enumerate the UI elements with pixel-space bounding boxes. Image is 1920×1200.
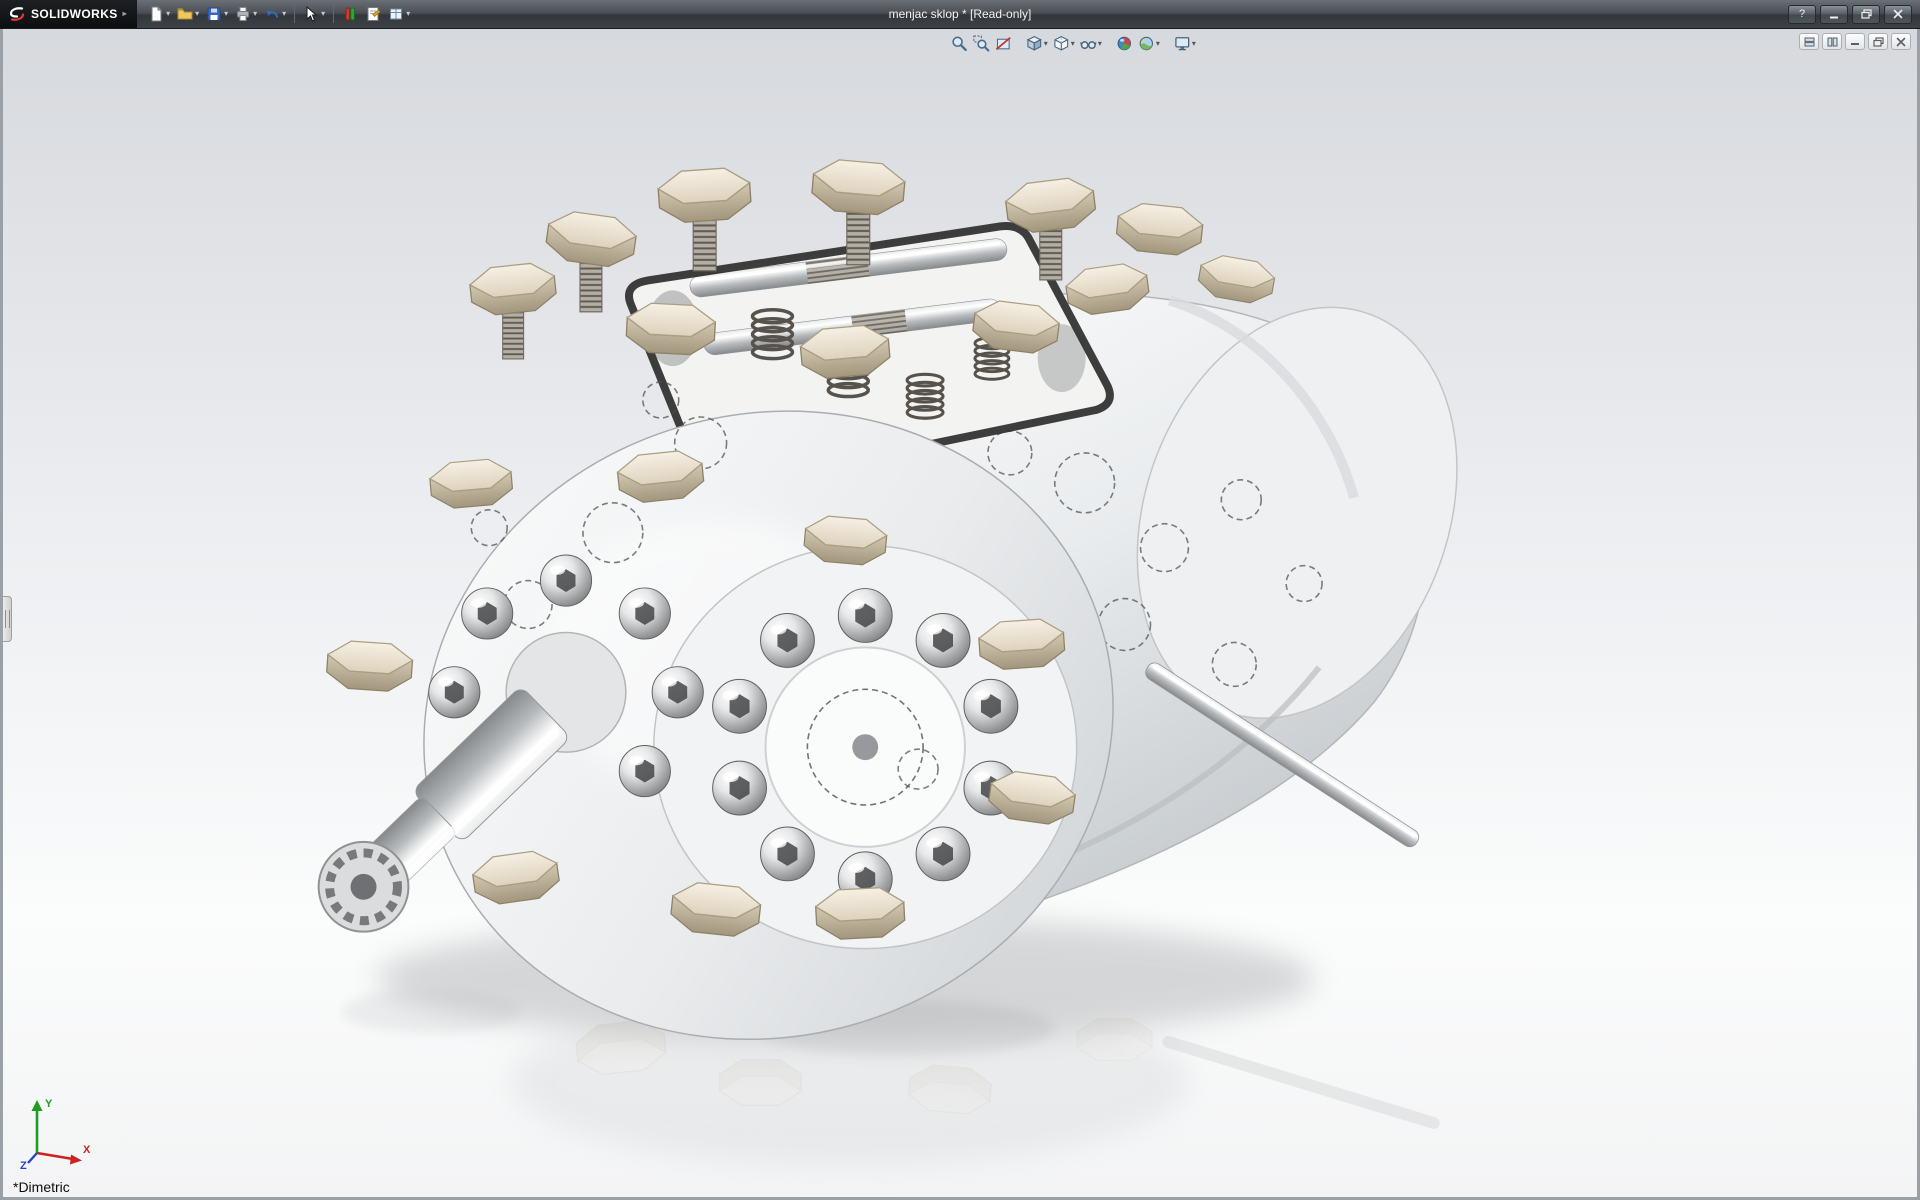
options-button[interactable]: ▾ — [385, 4, 413, 24]
printer-icon — [235, 6, 251, 22]
tile-vertically-button[interactable] — [1822, 33, 1842, 50]
window-title: menjac sklop * [Read-only] — [889, 7, 1032, 21]
chevron-down-icon: ▾ — [1192, 40, 1196, 48]
monitor-icon — [1174, 35, 1191, 52]
save-floppy-icon — [206, 6, 222, 22]
heads-up-view-toolbar: ▾ ▾ ▾ — [949, 33, 1198, 54]
eyeglasses-icon — [1080, 35, 1097, 52]
chevron-down-icon: ▾ — [224, 10, 228, 18]
help-button[interactable]: ? — [1788, 5, 1816, 24]
solidworks-logo-icon — [8, 6, 26, 22]
window-minimize-button[interactable] — [1820, 5, 1848, 24]
restore-icon — [1861, 9, 1872, 19]
chevron-down-icon: ▾ — [1098, 40, 1102, 48]
chevron-down-icon: ▾ — [1044, 40, 1048, 48]
zoom-to-fit-button[interactable] — [949, 33, 970, 54]
triad-z-label: Z — [20, 1160, 27, 1171]
close-icon — [1896, 37, 1906, 47]
chevron-down-icon: ▾ — [406, 10, 410, 18]
options-icon — [388, 6, 404, 22]
titlebar: SOLIDWORKS ▸ ▾ ▾ ▾ — [0, 0, 1920, 29]
appearance-ball-icon — [1116, 35, 1133, 52]
open-button[interactable]: ▾ — [174, 4, 202, 24]
minimize-icon — [1850, 37, 1860, 46]
scene-ball-icon — [1138, 35, 1155, 52]
save-button[interactable]: ▾ — [203, 4, 231, 24]
zoom-to-fit-icon — [951, 35, 968, 52]
toolbar-separator — [294, 5, 295, 23]
document-close-button[interactable] — [1891, 33, 1911, 50]
tile-horizontally-button[interactable] — [1799, 33, 1819, 50]
toolbar-separator — [333, 5, 334, 23]
view-orientation-button[interactable]: ▾ — [1024, 33, 1050, 54]
graphics-area[interactable]: ▾ ▾ ▾ — [0, 29, 1920, 1200]
brand-menu-caret-icon: ▸ — [123, 10, 127, 18]
chevron-down-icon: ▾ — [1071, 40, 1075, 48]
display-style-button[interactable]: ▾ — [1051, 33, 1077, 54]
chevron-down-icon: ▾ — [253, 10, 257, 18]
apply-scene-button[interactable]: ▾ — [1136, 33, 1162, 54]
section-view-icon — [995, 35, 1012, 52]
document-restore-button[interactable] — [1868, 33, 1888, 50]
zoom-to-area-icon — [973, 35, 990, 52]
print-button[interactable]: ▾ — [232, 4, 260, 24]
zoom-to-area-button[interactable] — [971, 33, 992, 54]
view-settings-button[interactable]: ▾ — [1172, 33, 1198, 54]
chevron-down-icon: ▾ — [166, 10, 170, 18]
hide-show-items-button[interactable]: ▾ — [1078, 33, 1104, 54]
document-minimize-button[interactable] — [1845, 33, 1865, 50]
document-window-controls — [1799, 33, 1911, 50]
rebuild-button[interactable] — [339, 4, 361, 24]
select-button[interactable]: ▾ — [300, 4, 328, 24]
undo-button[interactable]: ▾ — [261, 4, 289, 24]
triad-y-label: Y — [45, 1098, 53, 1110]
new-document-icon — [148, 6, 164, 22]
rebuild-icon — [342, 6, 358, 22]
edit-appearance-button[interactable] — [1114, 33, 1135, 54]
model-reflection — [342, 990, 1442, 1167]
triad-y-arrow — [32, 1100, 43, 1111]
chevron-down-icon: ▾ — [1156, 40, 1160, 48]
titlebar-toolbar: ▾ ▾ ▾ ▾ — [137, 4, 421, 24]
triad-x-label: X — [83, 1144, 91, 1156]
view-orientation-cube-icon — [1026, 35, 1043, 52]
undo-arrow-icon — [264, 6, 280, 22]
chevron-down-icon: ▾ — [321, 10, 325, 18]
window-controls: ? — [1788, 5, 1920, 24]
solidworks-window: SOLIDWORKS ▸ ▾ ▾ ▾ — [0, 0, 1920, 1200]
file-properties-icon — [365, 6, 381, 22]
minimize-icon — [1829, 10, 1839, 19]
chevron-down-icon: ▾ — [282, 10, 286, 18]
model-canvas[interactable] — [3, 29, 1917, 1197]
window-restore-button[interactable] — [1852, 5, 1880, 24]
view-orientation-label: *Dimetric — [13, 1179, 70, 1195]
triad-x-arrow — [70, 1155, 82, 1165]
close-icon — [1893, 9, 1903, 19]
brand-text: SOLIDWORKS — [31, 7, 118, 21]
restore-icon — [1873, 37, 1884, 47]
window-close-button[interactable] — [1884, 5, 1912, 24]
select-cursor-icon — [303, 6, 319, 22]
featuremanager-collapsed-tab[interactable] — [3, 596, 12, 642]
triad-z-axis — [28, 1153, 37, 1163]
tile-horizontal-icon — [1804, 37, 1815, 47]
open-folder-icon — [177, 6, 193, 22]
section-view-button[interactable] — [993, 33, 1014, 54]
display-style-icon — [1053, 35, 1070, 52]
file-properties-button[interactable] — [362, 4, 384, 24]
new-button[interactable]: ▾ — [145, 4, 173, 24]
solidworks-logo[interactable]: SOLIDWORKS ▸ — [0, 0, 137, 28]
reference-triad: Y X Z — [19, 1093, 97, 1171]
tile-vertical-icon — [1827, 37, 1838, 47]
chevron-down-icon: ▾ — [195, 10, 199, 18]
